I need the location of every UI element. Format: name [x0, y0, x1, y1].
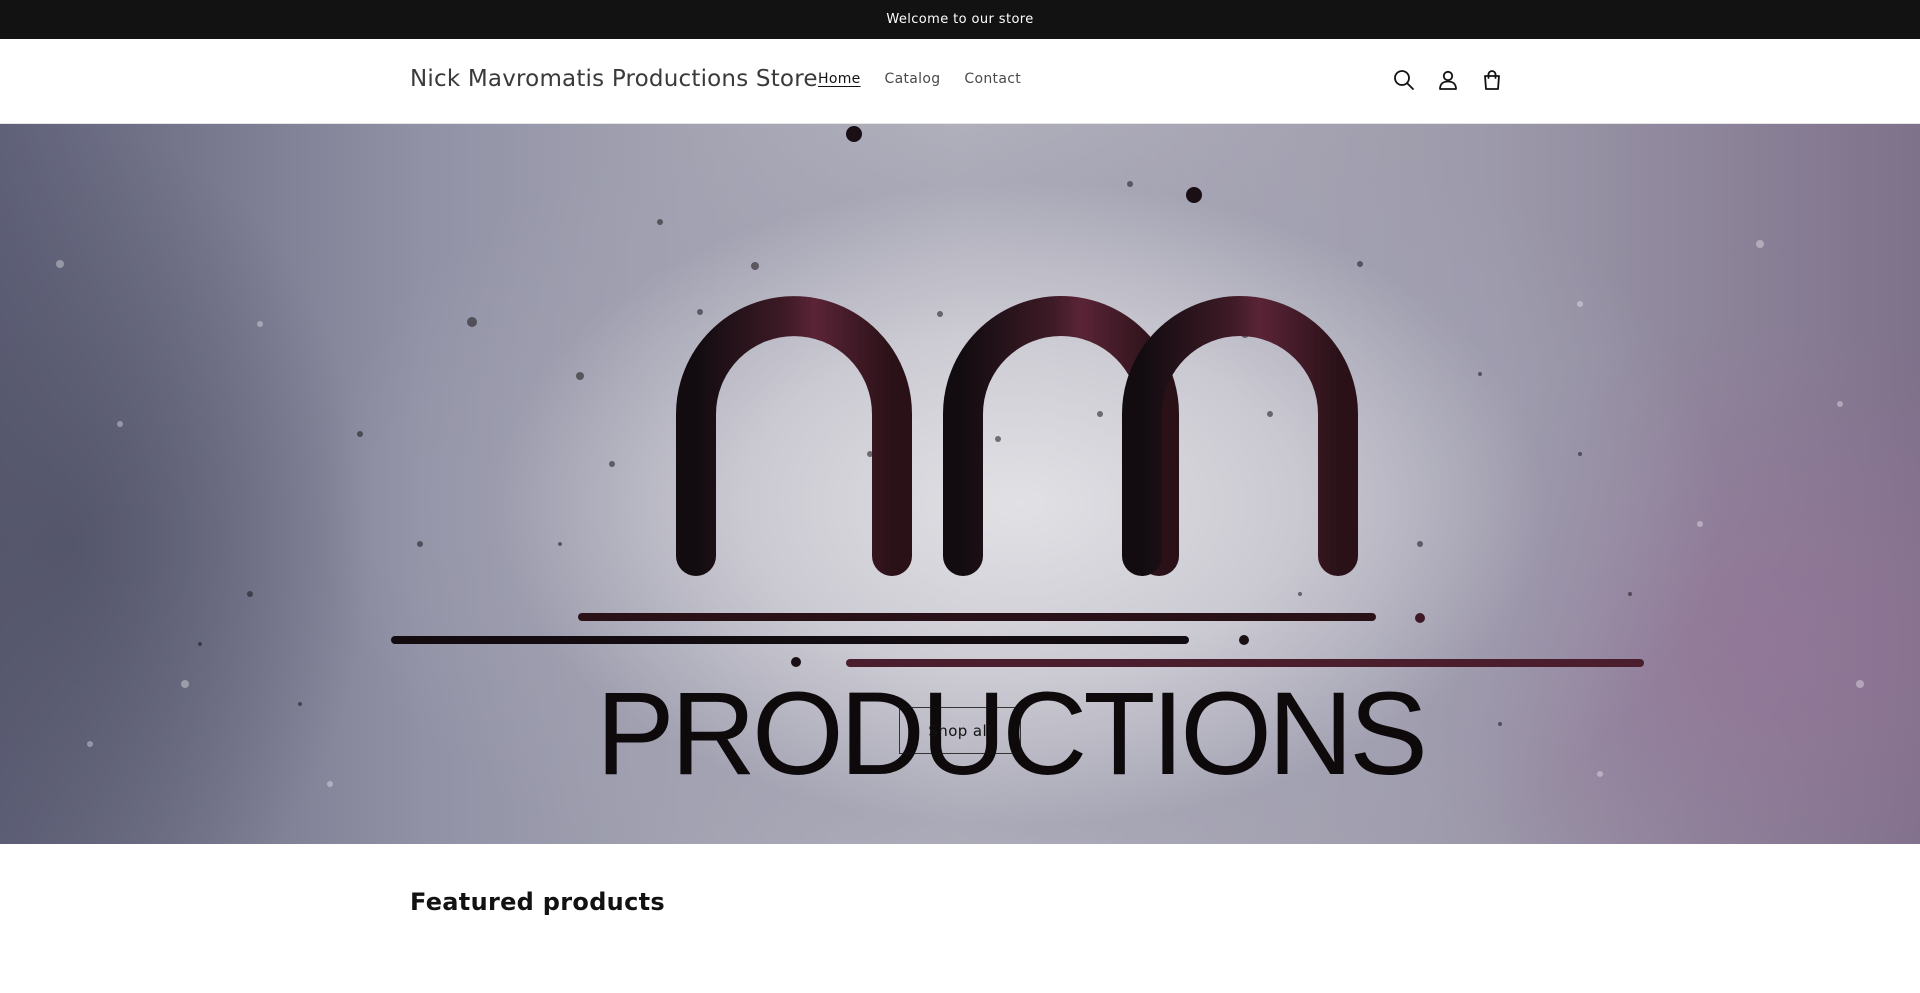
cart-button[interactable] — [1477, 65, 1507, 95]
main-nav: Home Catalog Contact — [806, 71, 1033, 87]
search-button[interactable] — [1389, 65, 1419, 95]
announcement-bar: Welcome to our store — [0, 0, 1920, 39]
nav-contact[interactable]: Contact — [952, 71, 1033, 87]
search-icon — [1394, 70, 1414, 90]
announcement-text: Welcome to our store — [886, 12, 1034, 27]
account-button[interactable] — [1433, 65, 1463, 95]
store-name-link[interactable]: Nick Mavromatis Productions Store — [410, 66, 818, 92]
nav-catalog[interactable]: Catalog — [873, 71, 953, 87]
nav-home[interactable]: Home — [806, 71, 873, 87]
speckles-decoration — [198, 181, 1632, 726]
account-icon — [1439, 70, 1457, 90]
site-header: Nick Mavromatis Productions Store Home C… — [0, 39, 1920, 124]
featured-products-heading: Featured products — [410, 888, 665, 916]
cart-icon — [1484, 70, 1500, 90]
shop-all-button[interactable]: Shop all — [899, 707, 1021, 754]
